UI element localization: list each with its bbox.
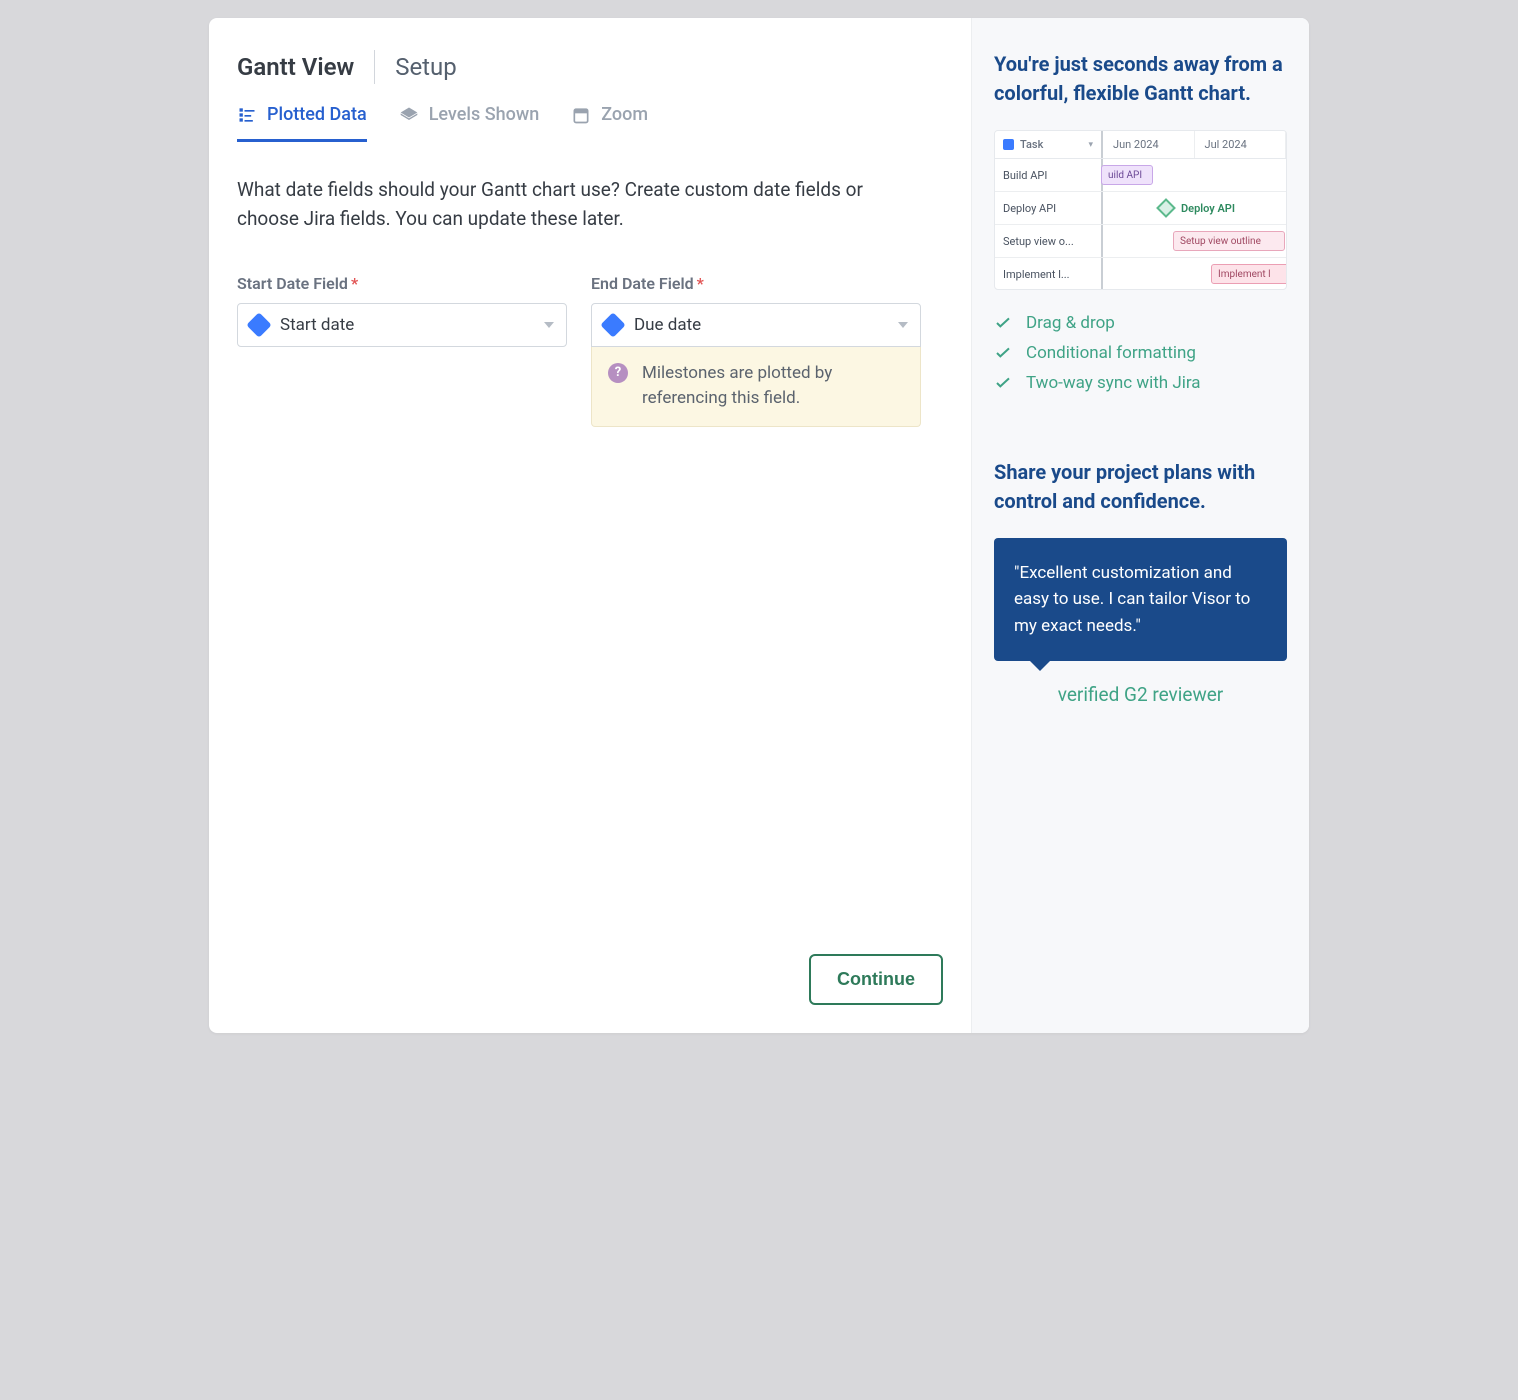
tab-levels-shown[interactable]: Levels Shown [399,104,540,142]
testimonial-quote: "Excellent customization and easy to use… [994,538,1287,661]
reviewer-attribution: verified G2 reviewer [994,683,1287,706]
preview-row-label: Deploy API [995,192,1103,224]
feature-item: Drag & drop [994,308,1287,338]
tab-label: Zoom [601,104,648,125]
select-value: Due date [634,315,886,335]
continue-button[interactable]: Continue [809,954,943,1005]
sidebar-heading-2: Share your project plans with control an… [994,458,1287,516]
milestone-icon [1156,198,1176,218]
check-icon [994,317,1012,329]
preview-row-label: Setup view o... [995,225,1103,257]
end-date-select[interactable]: Due date [591,303,921,347]
chevron-down-icon [544,322,554,328]
feature-list: Drag & drop Conditional formatting Two-w… [994,308,1287,398]
preview-row: Build API uild API [995,159,1286,192]
feature-text: Drag & drop [1026,313,1115,333]
preview-bar: uild API [1101,165,1153,185]
left-panel: Gantt View Setup Plotted Data Levels Sho… [209,18,971,1033]
page-title: Gantt View [237,53,354,81]
preview-milestone-label: Deploy API [1181,202,1235,215]
label-text: End Date Field [591,274,694,293]
footer: Continue [809,954,943,1005]
sidebar-heading-1: You're just seconds away from a colorful… [994,50,1287,108]
diamond-icon [600,312,625,337]
start-date-select[interactable]: Start date [237,303,567,347]
end-date-field-group: End Date Field* Due date ? Milestones ar… [591,274,921,427]
start-date-label: Start Date Field* [237,274,567,293]
feature-text: Conditional formatting [1026,343,1196,363]
header: Gantt View Setup [237,50,943,84]
right-panel: You're just seconds away from a colorful… [971,18,1309,1033]
feature-text: Two-way sync with Jira [1026,373,1201,393]
tab-label: Levels Shown [429,104,540,125]
preview-month: Jul 2024 [1195,131,1287,158]
preview-month: Jun 2024 [1103,131,1195,158]
tab-plotted-data[interactable]: Plotted Data [237,104,367,142]
check-icon [994,347,1012,359]
feature-item: Two-way sync with Jira [994,368,1287,398]
preview-bar: Setup view outline [1173,231,1285,251]
preview-row-label: Build API [995,159,1103,191]
diamond-icon [246,312,271,337]
required-marker: * [351,274,358,293]
end-date-label: End Date Field* [591,274,921,293]
chevron-down-icon [898,322,908,328]
preview-row: Setup view o... Setup view outline [995,225,1286,258]
description-text: What date fields should your Gantt chart… [237,175,897,234]
task-square-icon [1003,139,1014,150]
task-header-label: Task [1020,138,1043,151]
plotted-data-icon [237,105,257,125]
quote-text: "Excellent customization and easy to use… [1014,563,1250,636]
page-subtitle: Setup [395,53,457,81]
gantt-preview: Task ▾ Jun 2024 Jul 2024 Build API uild … [994,130,1287,290]
setup-modal: Gantt View Setup Plotted Data Levels Sho… [209,18,1309,1033]
layers-icon [399,105,419,125]
chevron-down-icon: ▾ [1088,140,1093,150]
tabs: Plotted Data Levels Shown Zoom [237,104,943,143]
check-icon [994,377,1012,389]
preview-task-header: Task ▾ [995,131,1103,158]
milestone-hint: ? Milestones are plotted by referencing … [591,347,921,427]
label-text: Start Date Field [237,274,348,293]
preview-row: Implement l... Implement l [995,258,1286,290]
preview-row-label: Implement l... [995,258,1103,290]
preview-row: Deploy API Deploy API [995,192,1286,225]
select-value: Start date [280,315,532,335]
tab-zoom[interactable]: Zoom [571,104,648,142]
required-marker: * [697,274,704,293]
preview-bar: Implement l [1211,264,1287,284]
start-date-field-group: Start Date Field* Start date [237,274,567,427]
hint-text: Milestones are plotted by referencing th… [642,361,904,412]
help-icon: ? [608,363,628,383]
preview-header: Task ▾ Jun 2024 Jul 2024 [995,131,1286,159]
calendar-icon [571,105,591,125]
feature-item: Conditional formatting [994,338,1287,368]
divider [374,50,375,84]
fields-row: Start Date Field* Start date End Date Fi… [237,274,943,427]
tab-label: Plotted Data [267,104,367,125]
quote-tail-icon [1030,661,1050,671]
